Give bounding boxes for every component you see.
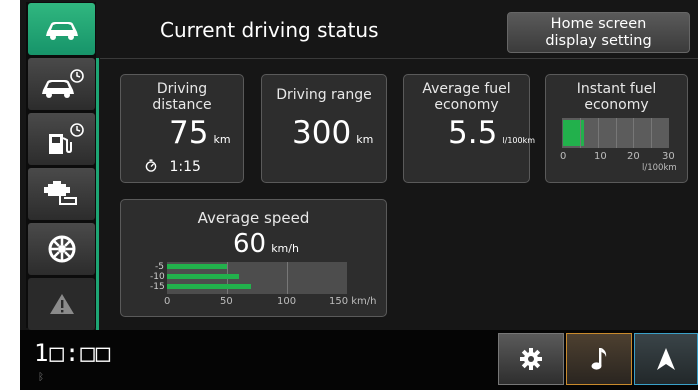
- driving-range-unit: km: [356, 133, 374, 146]
- driving-distance-unit: km: [213, 133, 231, 146]
- tire-icon: [48, 235, 75, 263]
- settings-icon: [520, 348, 542, 370]
- gauge-divider: [616, 118, 617, 148]
- speed-bar: [167, 264, 227, 269]
- driving-time-value: 1:15: [169, 159, 201, 175]
- instant-fuel-gauge: [562, 118, 669, 148]
- driving-distance-card[interactable]: Driving distance 75 km 1:15: [120, 74, 244, 183]
- sidebar-item-warning[interactable]: [28, 278, 95, 330]
- warning-icon: [49, 294, 74, 314]
- speed-tick: 100: [277, 296, 297, 307]
- driving-range-card[interactable]: Driving range 300 km: [261, 74, 387, 183]
- car-history-icon: [41, 69, 84, 98]
- speed-category-label: -10: [150, 272, 165, 282]
- speed-bar: [167, 274, 239, 279]
- gauge-divider: [651, 118, 652, 148]
- instant-fuel-unit: l/100km: [642, 163, 677, 173]
- music-button[interactable]: [566, 333, 632, 385]
- average-speed-value: 60: [233, 229, 267, 259]
- speed-tick: 0: [164, 296, 171, 307]
- sidebar-item-current-status[interactable]: [28, 3, 95, 55]
- average-fuel-value: 5.5: [448, 115, 498, 151]
- driving-range-label: Driving range: [276, 87, 372, 103]
- instant-fuel-tick: 30: [662, 151, 675, 162]
- home-button-label-line1: Home screen: [550, 15, 647, 32]
- active-rail: [96, 58, 99, 330]
- driving-distance-value: 75: [169, 115, 209, 151]
- sidebar-item-fuel-history[interactable]: [28, 113, 95, 165]
- header-divider: [100, 58, 698, 59]
- speed-bar: [167, 284, 251, 289]
- sidebar: [26, 2, 96, 330]
- speed-tick: 150 km/h: [329, 296, 377, 307]
- instant-fuel-economy-card[interactable]: Instant fuel economy 0 10 20 30 l/100km: [545, 74, 688, 183]
- sidebar-item-driving-history[interactable]: [28, 58, 95, 110]
- driving-distance-label-line1: Driving: [156, 81, 208, 97]
- average-fuel-label-line1: Average fuel: [422, 81, 511, 97]
- instant-fuel-label-line1: Instant fuel: [576, 81, 657, 97]
- instant-fuel-tick: 10: [594, 151, 607, 162]
- gauge-divider: [580, 118, 581, 148]
- average-fuel-label-line2: economy: [434, 97, 499, 113]
- engine-info-icon: [43, 181, 77, 205]
- music-note-icon: [591, 348, 607, 370]
- bluetooth-icon: ᛒ: [38, 372, 44, 383]
- car-icon: [45, 22, 78, 40]
- speed-gridline: [287, 262, 288, 294]
- speed-category-label: -5: [155, 262, 164, 272]
- driving-range-value: 300: [292, 115, 352, 151]
- fuel-history-icon: [48, 123, 84, 154]
- instant-fuel-tick: 0: [560, 151, 567, 162]
- home-button-label-line2: display setting: [545, 32, 652, 49]
- home-screen-display-setting-button[interactable]: Home screen display setting: [507, 12, 690, 53]
- gauge-divider: [598, 118, 599, 148]
- settings-button[interactable]: [498, 333, 564, 385]
- stopwatch-icon: [145, 159, 157, 172]
- instant-fuel-label-line2: economy: [584, 97, 649, 113]
- sidebar-item-engine-info[interactable]: [28, 168, 95, 220]
- screen: Current driving status Home screen displ…: [20, 0, 698, 390]
- average-speed-chart: [167, 262, 347, 294]
- average-fuel-economy-card[interactable]: Average fuel economy 5.5 l/100km: [403, 74, 535, 183]
- driving-distance-label-line2: distance: [152, 97, 212, 113]
- instant-fuel-tick: 20: [627, 151, 640, 162]
- speed-category-label: -15: [150, 282, 165, 292]
- average-speed-card[interactable]: Average speed 60 km/h -5 -10 -15 0 50 10…: [120, 199, 387, 317]
- speed-tick: 50: [220, 296, 233, 307]
- page-title: Current driving status: [160, 18, 379, 42]
- navigation-button[interactable]: [634, 333, 698, 385]
- gauge-divider: [633, 118, 634, 148]
- average-speed-label: Average speed: [197, 209, 310, 227]
- clock: 1□:□□: [34, 339, 112, 367]
- sidebar-item-tire[interactable]: [28, 223, 95, 275]
- average-speed-unit: km/h: [271, 242, 299, 255]
- average-fuel-unit: l/100km: [502, 136, 536, 145]
- navigation-icon: [657, 348, 675, 370]
